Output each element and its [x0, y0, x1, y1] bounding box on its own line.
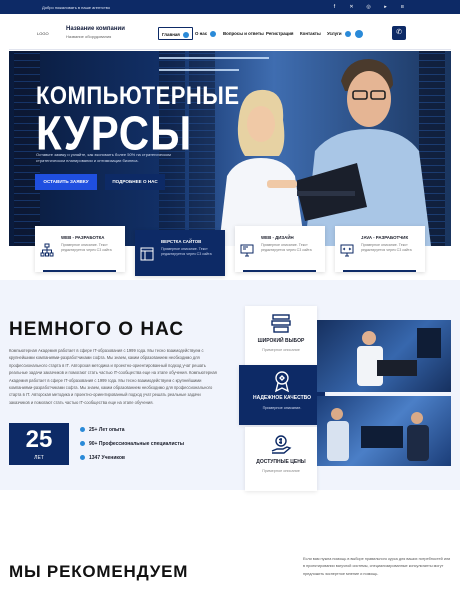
service-title: WEB - ДИЗАЙН — [261, 235, 294, 240]
nav-label: Услуги — [327, 31, 342, 36]
service-card-java[interactable]: JAVA - РАЗРАБОТЧИК Примерное описание. Т… — [335, 226, 425, 272]
stat-text: 1347 Учеников — [89, 455, 125, 461]
search-icon[interactable] — [355, 30, 363, 38]
years-number: 25 — [25, 426, 53, 453]
nav-item-faq[interactable]: Вопросы и ответы — [220, 27, 267, 40]
nav-item-contacts[interactable]: Контакты — [297, 27, 324, 40]
top-bar: Добро пожаловать в наше агентство f ✕ ◎ … — [0, 0, 460, 14]
service-underline — [43, 270, 116, 272]
nav-label: Контакты — [300, 31, 321, 36]
feature-desc: Примерное описание — [262, 348, 300, 352]
monitor-code-icon — [340, 244, 354, 257]
service-desc: Примерное описание. Текст редактируется … — [161, 247, 212, 256]
stat-text: 25+ Лет опыта — [89, 427, 125, 433]
recommend-title: МЫ РЕКОМЕНДУЕМ — [9, 562, 189, 581]
years-badge: 25 ЛЕТ — [9, 423, 69, 465]
nav-label: О нас — [195, 31, 208, 36]
service-underline — [243, 270, 316, 272]
monitor-design-icon — [240, 244, 254, 257]
vk-icon[interactable]: в — [399, 4, 406, 10]
chevron-down-icon — [182, 31, 189, 38]
bullet-icon — [80, 427, 85, 433]
bullet-icon — [80, 455, 85, 461]
layout-icon — [140, 247, 154, 261]
org-chart-icon — [40, 243, 54, 257]
service-desc: Примерное описание. Текст редактируется … — [261, 243, 312, 252]
price-hand-icon — [271, 435, 292, 454]
feature-title: НАДЕЖНОЕ КАЧЕСТВО — [252, 395, 312, 401]
award-medal-icon — [274, 371, 290, 393]
stat-item: 25+ Лет опыта — [80, 427, 125, 433]
ceiling-light — [159, 57, 269, 59]
logo[interactable]: LOGO — [37, 31, 49, 36]
feature-desc: Примерное описание — [262, 469, 300, 473]
more-about-us-button[interactable]: ПОДРОБНЕЕ О НАС — [105, 174, 165, 190]
office-photo-1 — [317, 320, 451, 392]
nav-item-about[interactable]: О нас — [192, 27, 219, 40]
welcome-text: Добро пожаловать в наше агентство — [42, 5, 111, 10]
facebook-icon[interactable]: f — [331, 4, 338, 10]
feature-title: ДОСТУПНЫЕ ЦЕНЫ — [256, 459, 306, 465]
service-underline — [343, 270, 416, 272]
phone-icon[interactable]: ✆ — [392, 26, 406, 40]
twitter-icon[interactable]: ✕ — [348, 4, 355, 10]
office-photo-2 — [317, 396, 451, 466]
hero-description: Оставьте заявку и узнайте, как экономить… — [36, 152, 171, 163]
office-scene-1 — [357, 328, 441, 386]
ceiling-light — [159, 69, 239, 71]
service-card-layout[interactable]: ВЕРСТКА САЙТОВ Примерное описание. Текст… — [135, 230, 225, 276]
service-card-web-design[interactable]: WEB - ДИЗАЙН Примерное описание. Текст р… — [235, 226, 325, 272]
nav-label: Главная — [162, 32, 180, 37]
stat-item: 90+ Профессиональные специалисты — [80, 441, 184, 447]
years-label: ЛЕТ — [34, 455, 44, 461]
chevron-down-icon — [210, 30, 217, 37]
feature-card-quality: НАДЕЖНОЕ КАЧЕСТВО Примерное описание. — [239, 365, 325, 425]
man-photo — [297, 59, 431, 246]
recommend-text: Если вам нужна помощь в выборе правильно… — [303, 557, 451, 576]
hero-section: КОМПЬЮТЕРНЫЕ КУРСЫ Оставьте заявку и узн… — [9, 51, 451, 246]
feature-title: ШИРОКИЙ ВЫБОР — [257, 338, 305, 344]
nav-item-services[interactable]: Услуги — [324, 27, 354, 40]
nav-item-registration[interactable]: Регистрация — [263, 27, 296, 40]
nav-label: Вопросы и ответы — [223, 31, 264, 36]
nav-label: Регистрация — [266, 31, 294, 36]
about-text: Компьютерная Академия работает в сфере I… — [9, 348, 217, 405]
chevron-down-icon — [344, 30, 351, 37]
site-header: LOGO Название компании Название оборудов… — [9, 16, 451, 50]
service-desc: Примерное описание. Текст редактируется … — [361, 243, 412, 252]
youtube-icon[interactable]: ▸ — [382, 4, 389, 10]
stat-text: 90+ Профессиональные специалисты — [89, 441, 185, 447]
service-title: JAVA - РАЗРАБОТЧИК — [361, 235, 409, 240]
feature-card-wide-choice: ШИРОКИЙ ВЫБОР Примерное описание — [245, 306, 317, 370]
feature-desc: Примерное описание. — [262, 406, 302, 410]
stat-item: 1347 Учеников — [80, 455, 125, 461]
office-scene-2 — [327, 408, 429, 461]
bullet-icon — [80, 441, 85, 447]
company-name: Название компании — [66, 26, 125, 32]
company-tagline: Название оборудования — [66, 34, 112, 39]
leave-request-button[interactable]: ОСТАВИТЬ ЗАЯВКУ — [35, 174, 97, 190]
about-title: НЕМНОГО О НАС — [9, 319, 185, 340]
nav-item-home[interactable]: Главная — [158, 27, 193, 40]
service-desc: Примерное описание. Текст редактируется … — [61, 243, 112, 252]
service-title: ВЕРСТКА САЙТОВ — [161, 239, 202, 244]
books-icon — [271, 314, 291, 333]
instagram-icon[interactable]: ◎ — [365, 4, 372, 10]
service-card-web-dev[interactable]: WEB - РАЗРАБОТКА Примерное описание. Тек… — [35, 226, 125, 272]
service-title: WEB - РАЗРАБОТКА — [61, 235, 105, 240]
feature-card-prices: ДОСТУПНЫЕ ЦЕНЫ Примерное описание — [245, 427, 317, 491]
